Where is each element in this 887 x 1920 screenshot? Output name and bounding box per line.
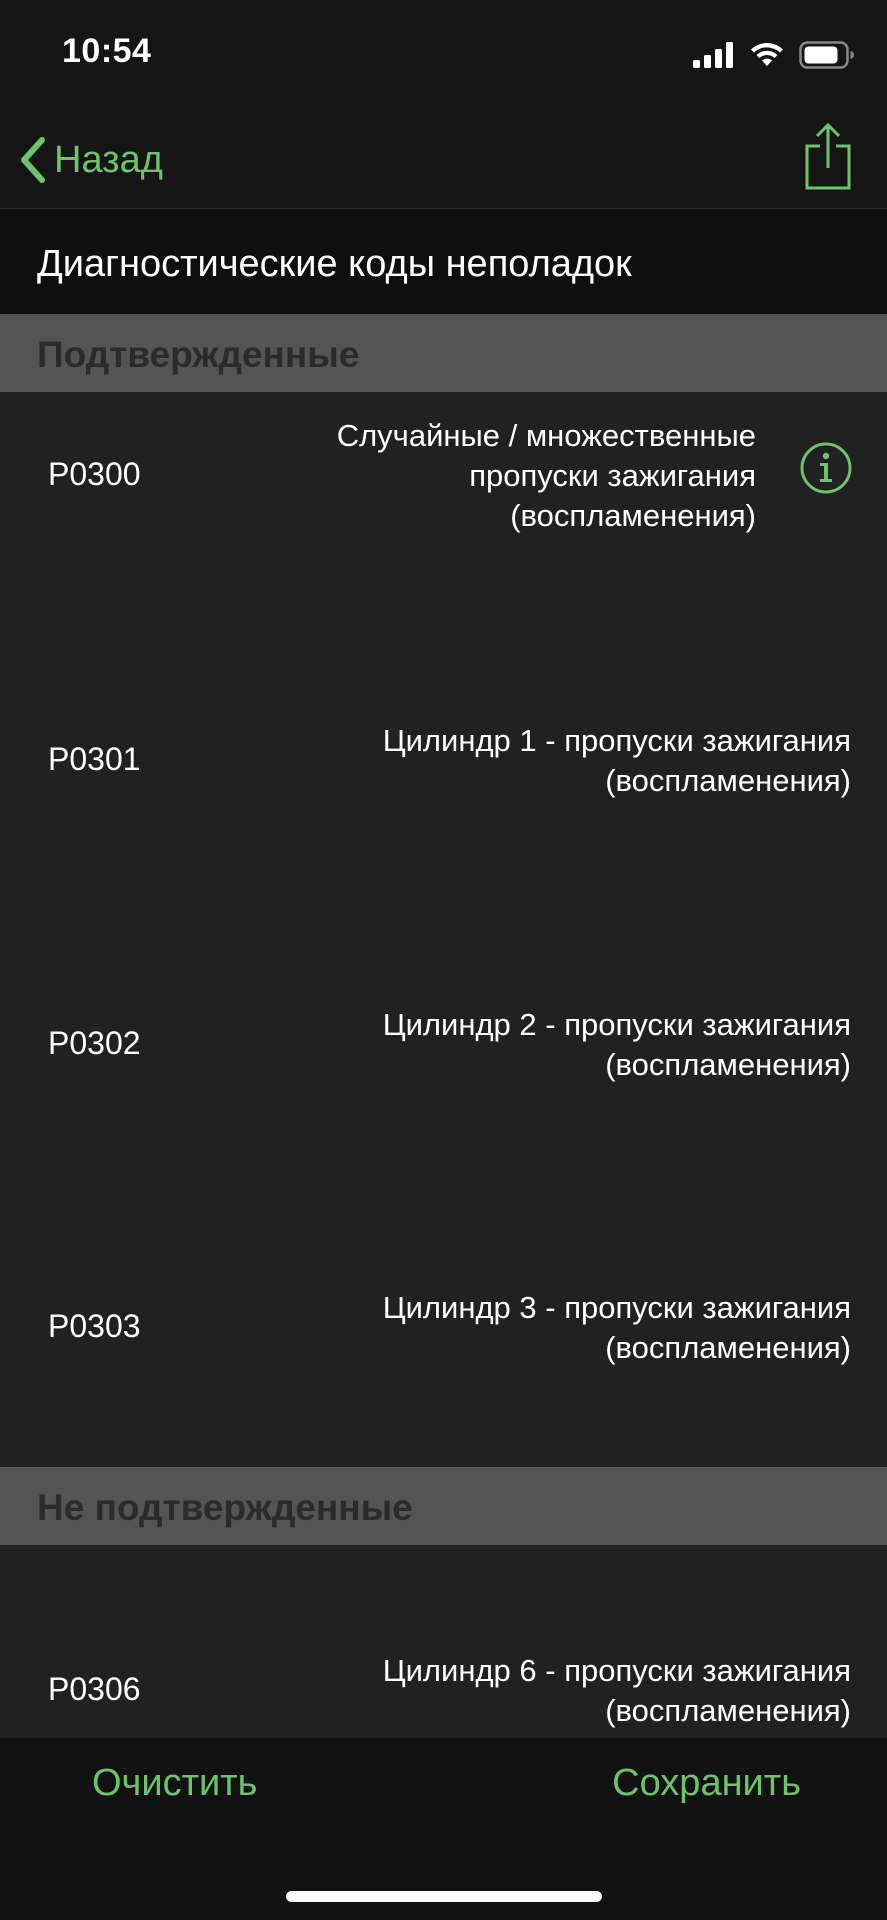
share-icon [805,122,851,190]
back-label: Назад [54,138,163,181]
dtc-description: Цилиндр 6 - пропуски зажигания (воспламе… [251,1651,851,1731]
top-bar: 10:54 Назад [0,0,887,209]
dtc-code: P0301 [48,741,141,777]
navigation-bar: Назад [0,110,887,209]
info-button[interactable] [800,442,852,494]
dtc-description-line: (воспламенения) [510,498,756,533]
dtc-code: P0302 [48,1025,141,1061]
section-header-unconfirmed: Не подтвержденные [0,1467,887,1545]
dtc-code: P0303 [48,1308,141,1344]
dtc-description: Цилиндр 1 - пропуски зажигания (воспламе… [251,721,851,801]
dtc-description-line: Случайные / множественные [336,418,756,453]
dtc-description-line: пропуски зажигания [469,458,756,493]
section-header-label: Подтвержденные [37,334,360,375]
cellular-signal-icon [693,42,733,68]
share-button[interactable] [803,122,853,192]
home-indicator [286,1891,602,1902]
status-time: 10:54 [62,32,152,70]
chevron-left-icon [21,137,45,183]
dtc-description-line: (воспламенения) [605,1330,851,1365]
dtc-code: P0300 [48,456,141,492]
section-header-label: Не подтвержденные [37,1487,413,1528]
dtc-row-p0302[interactable]: P0302 Цилиндр 2 - пропуски зажигания (во… [0,959,887,1242]
status-icons [693,38,855,72]
dtc-row-p0303[interactable]: P0303 Цилиндр 3 - пропуски зажигания (во… [0,1242,887,1467]
dtc-description-line: Цилиндр 1 - пропуски зажигания [382,723,851,758]
dtc-description-line: Цилиндр 3 - пропуски зажигания [382,1290,851,1325]
section-header-confirmed: Подтвержденные [0,314,887,392]
dtc-description: Случайные / множественные пропуски зажиг… [236,416,756,536]
dtc-description: Цилиндр 2 - пропуски зажигания (воспламе… [251,1005,851,1085]
dtc-description-line: (воспламенения) [605,763,851,798]
dtc-row-p0301[interactable]: P0301 Цилиндр 1 - пропуски зажигания (во… [0,675,887,959]
status-bar: 10:54 [0,0,887,110]
save-button[interactable]: Сохранить [612,1762,801,1805]
dtc-description-line: Цилиндр 6 - пропуски зажигания [382,1653,851,1688]
dtc-description-line: (воспламенения) [605,1693,851,1728]
dtc-row-p0300[interactable]: P0300 Случайные / множественные пропуски… [0,392,887,675]
dtc-code: P0306 [48,1671,141,1707]
dtc-description: Цилиндр 3 - пропуски зажигания (воспламе… [251,1288,851,1368]
back-button[interactable]: Назад [18,132,163,188]
clear-button[interactable]: Очистить [92,1762,257,1805]
bottom-toolbar: Очистить Сохранить [0,1738,887,1920]
dtc-row-p0306[interactable]: P0306 Цилиндр 6 - пропуски зажигания (во… [0,1545,887,1738]
page-title-bar: Диагностические коды неполадок [0,209,887,314]
dtc-description-line: (воспламенения) [605,1047,851,1082]
wifi-icon [751,43,783,66]
battery-icon [799,41,854,69]
info-icon [800,442,852,494]
screen: 10:54 Назад Диагностические коды неполад… [0,0,887,1920]
dtc-description-line: Цилиндр 2 - пропуски зажигания [382,1007,851,1042]
page-title: Диагностические коды неполадок [37,243,632,285]
